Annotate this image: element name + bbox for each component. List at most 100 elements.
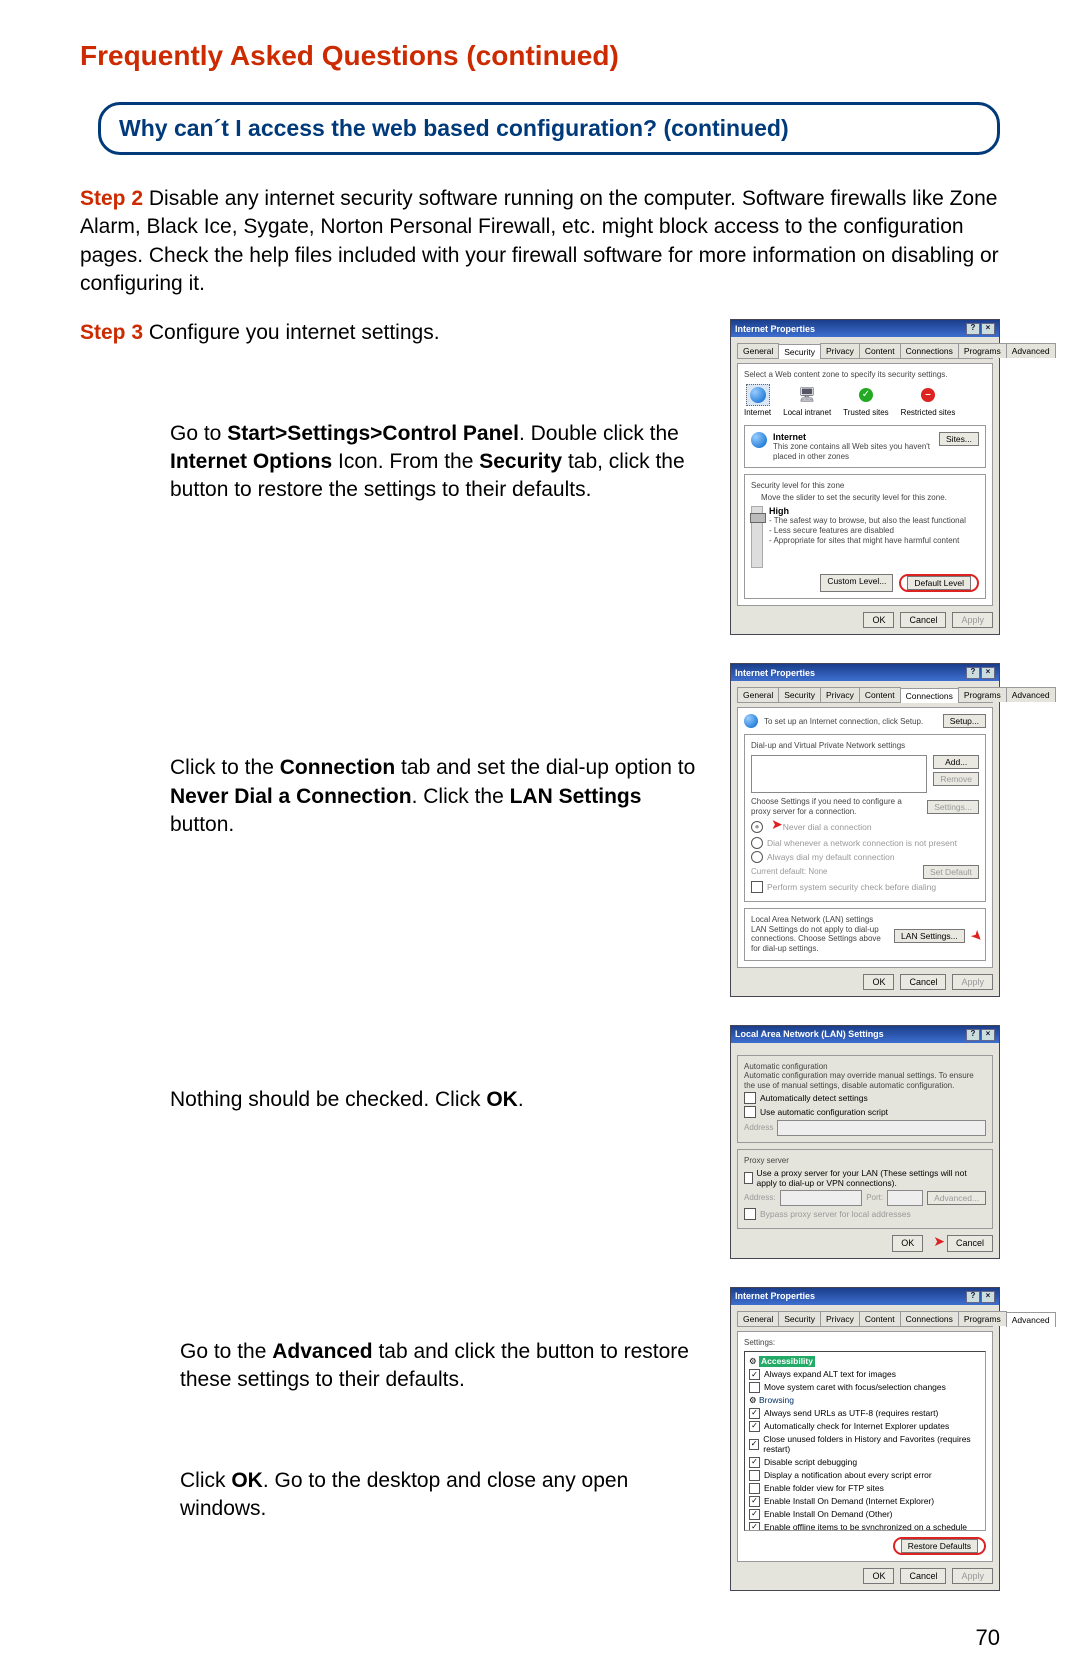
zone-desc: This zone contains all Web sites you hav…	[773, 442, 933, 461]
ok-button[interactable]: OK	[892, 1235, 923, 1252]
help-icon[interactable]: ?	[966, 1291, 980, 1303]
cancel-button[interactable]: Cancel	[900, 612, 946, 628]
tab-content[interactable]: Content	[859, 343, 901, 358]
auto-text: Automatic configuration may override man…	[744, 1071, 986, 1090]
cancel-button[interactable]: Cancel	[900, 1568, 946, 1584]
apply-button[interactable]: Apply	[952, 1568, 993, 1584]
close-icon[interactable]: ×	[981, 1029, 995, 1041]
proxy-addr-label: Address:	[744, 1193, 776, 1203]
tab-connections[interactable]: Connections	[900, 343, 959, 358]
list-item[interactable]: Enable Install On Demand (Other)	[749, 1509, 981, 1520]
t: .	[518, 1088, 524, 1111]
dial-list[interactable]	[751, 755, 927, 793]
list-item[interactable]: Move system caret with focus/selection c…	[749, 1382, 981, 1393]
zone-trusted[interactable]: ✓Trusted sites	[843, 384, 889, 417]
close-icon[interactable]: ×	[981, 1291, 995, 1303]
chk-bypass-local[interactable]: Bypass proxy server for local addresses	[744, 1208, 986, 1220]
proxy-port-input[interactable]	[887, 1190, 923, 1206]
tab-advanced[interactable]: Advanced	[1006, 1312, 1056, 1327]
t: . Click the	[412, 785, 510, 808]
tab-privacy[interactable]: Privacy	[820, 687, 860, 702]
cancel-button[interactable]: Cancel	[900, 974, 946, 990]
sec-move: Move the slider to set the security leve…	[761, 493, 979, 503]
radio-always-dial[interactable]: Always dial my default connection	[751, 851, 979, 863]
ok-button[interactable]: OK	[863, 1568, 894, 1584]
sites-button[interactable]: Sites...	[939, 432, 979, 446]
lan-settings-button[interactable]: LAN Settings...	[894, 929, 965, 943]
list-item[interactable]: Close unused folders in History and Favo…	[749, 1434, 981, 1455]
proxy-address-input[interactable]	[780, 1190, 863, 1206]
ok-button[interactable]: OK	[863, 612, 894, 628]
tab-general[interactable]: General	[737, 687, 779, 702]
list-item[interactable]: Always expand ALT text for images	[749, 1369, 981, 1380]
tab-security[interactable]: Security	[778, 687, 821, 702]
tab-advanced[interactable]: Advanced	[1006, 687, 1056, 702]
restore-defaults-button[interactable]: Restore Defaults	[901, 1539, 978, 1553]
tabs: General Security Privacy Content Connect…	[737, 343, 993, 359]
help-icon[interactable]: ?	[966, 1029, 980, 1041]
proxy-advanced-button[interactable]: Advanced...	[927, 1191, 986, 1205]
tab-security[interactable]: Security	[778, 1311, 821, 1326]
apply-button[interactable]: Apply	[952, 974, 993, 990]
sec-label: Security level for this zone	[751, 481, 979, 491]
list-item[interactable]: Enable Install On Demand (Internet Explo…	[749, 1496, 981, 1507]
dialog-title: Local Area Network (LAN) Settings	[735, 1029, 884, 1039]
setup-button[interactable]: Setup...	[943, 714, 986, 728]
close-icon[interactable]: ×	[981, 323, 995, 335]
radio-dial-when-no-net[interactable]: Dial whenever a network connection is no…	[751, 837, 979, 849]
tab-general[interactable]: General	[737, 343, 779, 358]
custom-level-button[interactable]: Custom Level...	[820, 574, 893, 592]
tab-privacy[interactable]: Privacy	[820, 1311, 860, 1326]
list-item[interactable]: Disable script debugging	[749, 1457, 981, 1468]
item-label: Disable script debugging	[764, 1457, 857, 1468]
dialog-connections: Internet Properties ?× General Security …	[730, 663, 1000, 996]
advanced-settings-list[interactable]: ⚙ Accessibility Always expand ALT text f…	[744, 1351, 986, 1531]
tab-content[interactable]: Content	[859, 1311, 901, 1326]
item-label: Enable Install On Demand (Other)	[764, 1509, 893, 1520]
remove-button[interactable]: Remove	[933, 772, 979, 786]
apply-button[interactable]: Apply	[952, 612, 993, 628]
help-icon[interactable]: ?	[966, 667, 980, 679]
security-slider[interactable]	[751, 506, 763, 568]
list-item[interactable]: Automatically check for Internet Explore…	[749, 1421, 981, 1432]
zone-local-intranet[interactable]: 🖥Local intranet	[783, 384, 831, 417]
chk-label: Bypass proxy server for local addresses	[760, 1209, 911, 1219]
tab-connections[interactable]: Connections	[900, 1311, 959, 1326]
ok-button[interactable]: OK	[863, 974, 894, 990]
auto-group-label: Automatic configuration	[744, 1062, 986, 1072]
tab-programs[interactable]: Programs	[958, 343, 1007, 358]
tab-advanced[interactable]: Advanced	[1006, 343, 1056, 358]
tab-connections[interactable]: Connections	[900, 688, 959, 703]
settings-button[interactable]: Settings...	[927, 800, 979, 814]
script-address-input[interactable]	[777, 1120, 986, 1136]
help-icon[interactable]: ?	[966, 323, 980, 335]
zone-hint: Select a Web content zone to specify its…	[744, 370, 986, 380]
tab-security[interactable]: Security	[778, 344, 821, 359]
close-icon[interactable]: ×	[981, 667, 995, 679]
radio-never-dial[interactable]: ●➤Never dial a connection	[751, 818, 979, 835]
list-item[interactable]: Enable offline items to be synchronized …	[749, 1522, 981, 1532]
dialog-security: Internet Properties ?× General Security …	[730, 319, 1000, 635]
set-default-button[interactable]: Set Default	[923, 865, 979, 879]
default-level-button[interactable]: Default Level	[907, 576, 971, 590]
tab-content[interactable]: Content	[859, 687, 901, 702]
list-item[interactable]: Always send URLs as UTF-8 (requires rest…	[749, 1408, 981, 1419]
list-item[interactable]: Enable folder view for FTP sites	[749, 1483, 981, 1494]
tab-general[interactable]: General	[737, 1311, 779, 1326]
chk-sys-security[interactable]: Perform system security check before dia…	[751, 881, 979, 893]
zone-internet[interactable]: Internet	[744, 384, 771, 417]
chk-auto-detect[interactable]: Automatically detect settings	[744, 1092, 986, 1104]
chk-auto-script[interactable]: Use automatic configuration script	[744, 1106, 986, 1118]
chk-use-proxy[interactable]: Use a proxy server for your LAN (These s…	[744, 1168, 986, 1188]
tab-privacy[interactable]: Privacy	[820, 343, 860, 358]
cancel-button[interactable]: Cancel	[947, 1235, 993, 1252]
list-item[interactable]: Display a notification about every scrip…	[749, 1470, 981, 1481]
zone-restricted[interactable]: –Restricted sites	[901, 384, 956, 417]
add-button[interactable]: Add...	[933, 755, 979, 769]
settings-label: Settings:	[744, 1338, 986, 1348]
tab-programs[interactable]: Programs	[958, 1311, 1007, 1326]
chk-label: Use a proxy server for your LAN (These s…	[757, 1168, 987, 1188]
tab-programs[interactable]: Programs	[958, 687, 1007, 702]
t: Nothing should be checked. Click	[170, 1088, 486, 1111]
dialog-title: Internet Properties	[735, 324, 815, 334]
